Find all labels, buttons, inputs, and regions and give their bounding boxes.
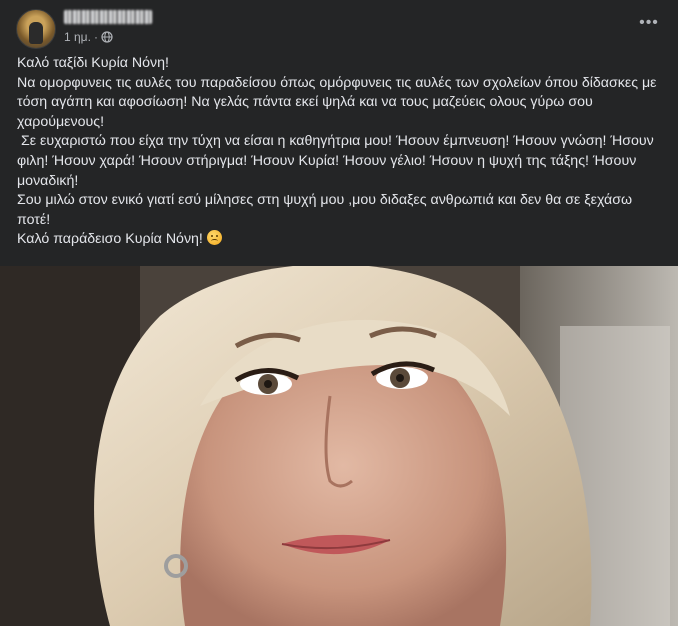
post-text: Καλό ταξίδι Κυρία Νόνη! Να ομορφυνεις τι… xyxy=(17,54,662,250)
avatar[interactable] xyxy=(16,9,56,49)
post-photo[interactable] xyxy=(0,266,678,626)
separator-dot: · xyxy=(93,30,98,44)
post-meta: 1 ημ. · xyxy=(64,30,113,44)
globe-icon xyxy=(101,31,113,43)
post-text-line: Σε ευχαριστώ που είχα την τύχη να είσαι … xyxy=(17,133,658,189)
author-name-blurred[interactable] xyxy=(64,10,152,24)
post-text-line: Να ομορφυνεις τις αυλές του παραδείσου ό… xyxy=(17,74,661,130)
more-options-button[interactable]: ••• xyxy=(634,12,664,34)
post-time[interactable]: 1 ημ. xyxy=(64,30,91,44)
post-text-line: Καλό ταξίδι Κυρία Νόνη! xyxy=(17,55,169,71)
post-header: 1 ημ. · ••• xyxy=(0,0,678,50)
post-text-line: Καλό παράδεισο Κυρία Νόνη! xyxy=(17,231,207,248)
post-text-line: Σου μιλώ στον ενικό γιατί εσύ μίλησες στ… xyxy=(17,192,636,228)
portrait-image xyxy=(0,266,678,626)
sad-face-emoji-icon xyxy=(206,230,222,246)
post-text-last-line: Καλό παράδεισο Κυρία Νόνη! xyxy=(17,230,662,250)
